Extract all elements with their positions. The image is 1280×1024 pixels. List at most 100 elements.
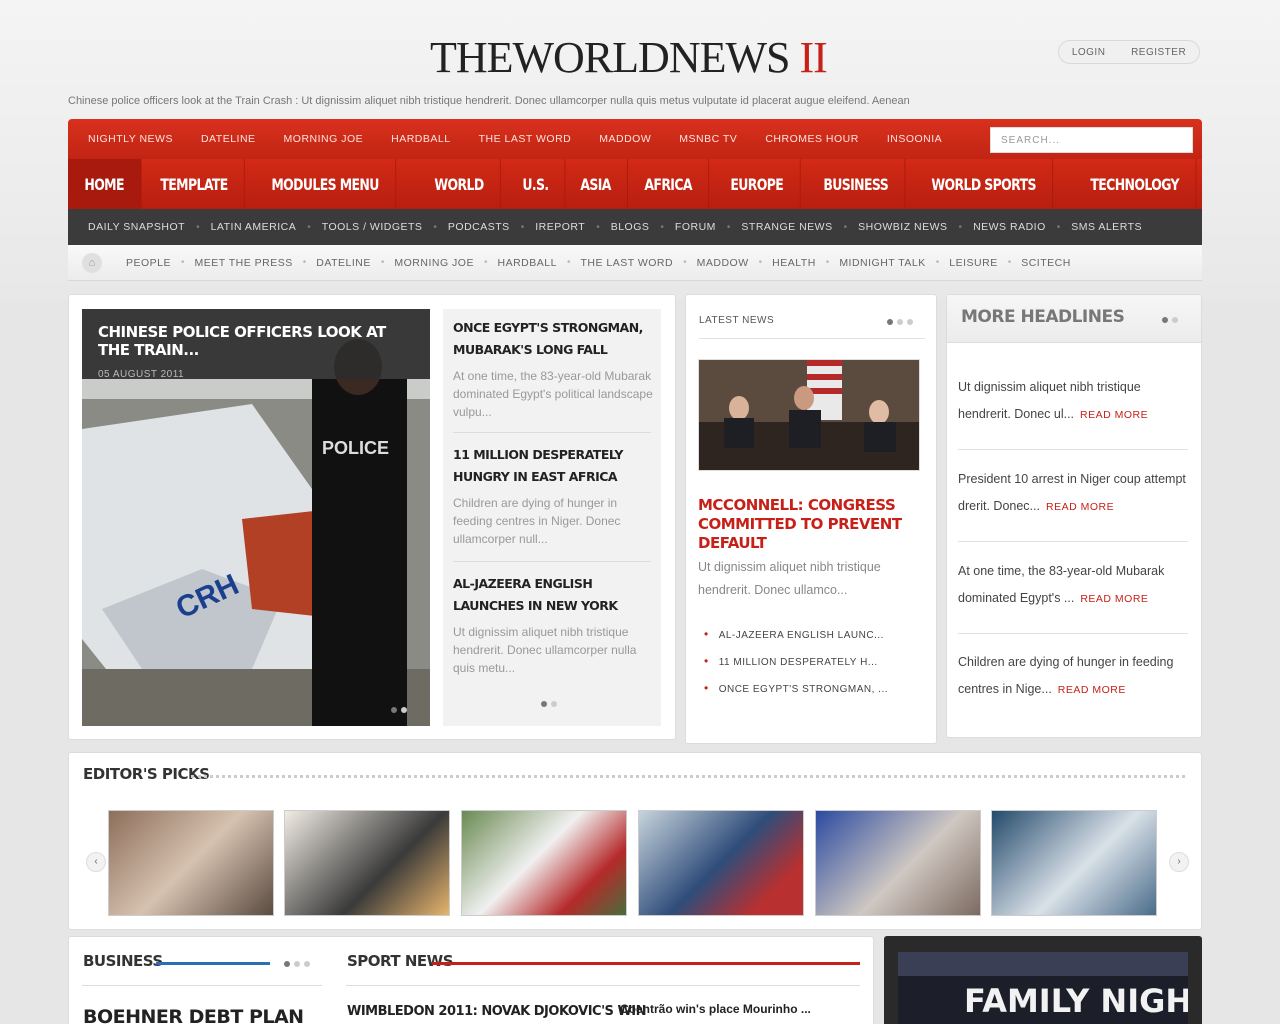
latest-news-title[interactable]: MCCONNELL: CONGRESS COMMITTED TO PREVENT… <box>698 496 924 553</box>
pick-thumbnail[interactable] <box>815 810 981 916</box>
divider <box>958 541 1188 542</box>
nav-dark-item-podcasts[interactable]: PODCASTS <box>448 221 510 233</box>
nav-top-item-maddow[interactable]: MADDOW <box>599 133 651 145</box>
nav-main-item-u-s[interactable]: U.S. <box>506 159 566 209</box>
nav-separator: • <box>566 257 571 268</box>
nav-light-item-health[interactable]: HEALTH <box>772 257 816 269</box>
nav-light-item-maddow[interactable]: MADDOW <box>697 257 749 269</box>
list-item-summary: Ut dignissim aliquet nibh tristique hend… <box>453 625 637 675</box>
nav-main-item-business[interactable]: BUSINESS <box>807 159 906 209</box>
nav-light-item-dateline[interactable]: DATELINE <box>316 257 371 269</box>
headline-item[interactable]: President 10 arrest in Niger coup attemp… <box>958 466 1190 521</box>
pager-dot[interactable] <box>551 701 557 707</box>
nav-top-item-dateline[interactable]: DATELINE <box>201 133 256 145</box>
svg-text:POLICE: POLICE <box>322 438 389 458</box>
list-item[interactable]: ONCE EGYPT'S STRONGMAN, MUBARAK'S LONG F… <box>453 317 653 421</box>
pager-dot[interactable] <box>294 961 300 967</box>
nav-light-item-scitech[interactable]: SCITECH <box>1021 257 1071 269</box>
nav-dark-item-tools-widgets[interactable]: TOOLS / WIDGETS <box>322 221 423 233</box>
latest-link[interactable]: AL-JAZEERA ENGLISH LAUNC... <box>704 627 884 641</box>
home-icon[interactable]: ⌂ <box>82 252 102 273</box>
sport-headline-secondary[interactable]: Coentrão win's place Mourinho ... <box>620 1002 811 1016</box>
nav-light-item-the-last-word[interactable]: THE LAST WORD <box>580 257 673 269</box>
nav-light-item-morning-joe[interactable]: MORNING JOE <box>394 257 474 269</box>
nav-main-item-world-sports[interactable]: WORLD SPORTS <box>915 159 1053 209</box>
latest-link[interactable]: 11 MILLION DESPERATELY H... <box>704 654 878 668</box>
nav-dark-item-showbiz-news[interactable]: SHOWBIZ NEWS <box>858 221 947 233</box>
nav-dark-item-strange-news[interactable]: STRANGE NEWS <box>741 221 832 233</box>
sport-headline[interactable]: WIMBLEDON 2011: NOVAK DJOKOVIC'S WIN <box>347 1004 647 1019</box>
nav-top-item-hardball[interactable]: HARDBALL <box>391 133 450 145</box>
pager-dot[interactable] <box>897 319 903 325</box>
pager-dot[interactable] <box>391 707 397 713</box>
latest-news-image[interactable] <box>698 359 920 471</box>
list-item[interactable]: 11 MILLION DESPERATELY HUNGRY IN EAST AF… <box>453 444 653 548</box>
read-more-link[interactable]: READ MORE <box>1080 593 1148 605</box>
nav-separator: • <box>683 257 687 268</box>
nav-main-item-europe[interactable]: EUROPE <box>714 159 801 209</box>
nav-top-item-nightly-news[interactable]: NIGHTLY NEWS <box>88 133 173 145</box>
nav-light-item-meet-the-press[interactable]: MEET THE PRESS <box>195 257 293 269</box>
pager-dot[interactable] <box>887 319 893 325</box>
search-input[interactable]: SEARCH... <box>990 127 1193 153</box>
chevron-left-icon[interactable]: ‹ <box>86 852 106 872</box>
featured-title[interactable]: CHINESE POLICE OFFICERS LOOK AT THE TRAI… <box>98 323 414 359</box>
register-link[interactable]: REGISTER <box>1131 47 1186 58</box>
pick-thumbnail[interactable] <box>284 810 450 916</box>
pager-dot[interactable] <box>284 961 290 967</box>
nav-main-item-modules-menu[interactable]: MODULES MENU <box>255 159 396 209</box>
nav-top-item-chromes-hour[interactable]: CHROMES HOUR <box>765 133 859 145</box>
nav-top-item-the-last-word[interactable]: THE LAST WORD <box>479 133 572 145</box>
read-more-link[interactable]: READ MORE <box>1080 409 1148 421</box>
pager-dot[interactable] <box>401 707 407 713</box>
site-logo[interactable]: THEWORLDNEWS II <box>430 32 828 83</box>
read-more-link[interactable]: READ MORE <box>1058 684 1126 696</box>
business-headline[interactable]: BOEHNER DEBT PLAN <box>83 1006 304 1024</box>
featured-caption[interactable]: CHINESE POLICE OFFICERS LOOK AT THE TRAI… <box>82 309 430 380</box>
nav-dark-item-ireport[interactable]: IREPORT <box>535 221 585 233</box>
list-item[interactable]: AL-JAZEERA ENGLISH LAUNCHES IN NEW YORK … <box>453 573 653 677</box>
nav-main-item-asia[interactable]: ASIA <box>564 159 629 209</box>
promo-image[interactable]: FAMILY NIGHT <box>898 952 1188 1024</box>
latest-link[interactable]: ONCE EGYPT'S STRONGMAN, ... <box>704 681 888 695</box>
pager-dot[interactable] <box>1172 317 1178 323</box>
pager-dot[interactable] <box>907 319 913 325</box>
nav-main-item-template[interactable]: TEMPLATE <box>144 159 245 209</box>
pick-thumbnail[interactable] <box>638 810 804 916</box>
headline-item[interactable]: Children are dying of hunger in feeding … <box>958 649 1190 704</box>
chevron-right-icon[interactable]: › <box>1169 852 1189 872</box>
nav-dark-item-daily-snapshot[interactable]: DAILY SNAPSHOT <box>88 221 185 233</box>
pick-thumbnail[interactable] <box>461 810 627 916</box>
nav-top-item-morning-joe[interactable]: MORNING JOE <box>284 133 364 145</box>
nav-light-item-midnight-talk[interactable]: MIDNIGHT TALK <box>839 257 925 269</box>
nav-main-item-home[interactable]: HOME <box>68 159 142 209</box>
nav-dark-item-blogs[interactable]: BLOGS <box>611 221 650 233</box>
nav-dark-item-news-radio[interactable]: NEWS RADIO <box>973 221 1046 233</box>
login-link[interactable]: LOGIN <box>1072 47 1106 58</box>
more-headlines-heading: MORE HEADLINES <box>961 307 1125 327</box>
headline-item[interactable]: At one time, the 83-year-old Mubarak dom… <box>958 558 1190 613</box>
nav-dark-item-latin-america[interactable]: LATIN AMERICA <box>211 221 297 233</box>
nav-top-item-msnbc-tv[interactable]: MSNBC TV <box>679 133 737 145</box>
pager-dot[interactable] <box>1162 317 1168 323</box>
list-item-summary: Children are dying of hunger in feeding … <box>453 496 621 546</box>
pick-thumbnail[interactable] <box>991 810 1157 916</box>
nav-main-item-africa[interactable]: AFRICA <box>628 159 710 209</box>
read-more-link[interactable]: READ MORE <box>1046 501 1114 513</box>
list-item-title[interactable]: AL-JAZEERA ENGLISH LAUNCHES IN NEW YORK <box>453 573 653 617</box>
news-ticker[interactable]: Chinese police officers look at the Trai… <box>68 95 910 107</box>
nav-light-item-leisure[interactable]: LEISURE <box>949 257 997 269</box>
pager-dot[interactable] <box>541 701 547 707</box>
nav-dark-item-forum[interactable]: FORUM <box>675 221 716 233</box>
pager-dot[interactable] <box>304 961 310 967</box>
nav-top-item-insoonia[interactable]: INSOONIA <box>887 133 942 145</box>
list-item-title[interactable]: ONCE EGYPT'S STRONGMAN, MUBARAK'S LONG F… <box>453 317 653 361</box>
nav-main-item-technology[interactable]: TECHNOLOGY <box>1074 159 1196 209</box>
nav-light-item-hardball[interactable]: HARDBALL <box>497 257 556 269</box>
nav-light-item-people[interactable]: PEOPLE <box>126 257 171 269</box>
list-item-title[interactable]: 11 MILLION DESPERATELY HUNGRY IN EAST AF… <box>453 444 653 488</box>
pick-thumbnail[interactable] <box>108 810 274 916</box>
nav-dark-item-sms-alerts[interactable]: SMS ALERTS <box>1071 221 1142 233</box>
nav-main-item-world[interactable]: WORLD <box>418 159 501 209</box>
headline-item[interactable]: Ut dignissim aliquet nibh tristique hend… <box>958 374 1190 429</box>
